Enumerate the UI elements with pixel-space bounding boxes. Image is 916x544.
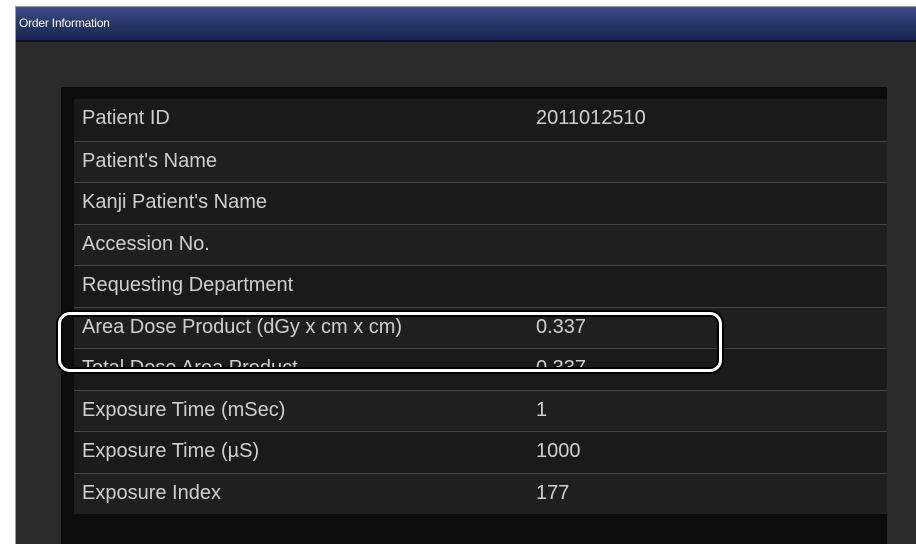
row-label-requesting-department: Requesting Department xyxy=(82,274,294,296)
row-label-patient-name: Patient's Name xyxy=(82,149,217,172)
row-value-area-dose-product: 0.337 xyxy=(536,315,587,338)
table-row: Accession No. xyxy=(74,223,887,265)
row-label-exposure-time-us: Exposure Time (µS) xyxy=(82,440,260,462)
window-title: Order Information xyxy=(19,16,110,30)
row-label-accession-no: Accession No. xyxy=(82,232,210,255)
row-label-exposure-index: Exposure Index xyxy=(82,481,221,504)
row-value-exposure-time-us: 1000 xyxy=(536,440,581,462)
row-label-kanji-patient-name: Kanji Patient's Name xyxy=(82,191,268,213)
table-row: Patient's Name xyxy=(74,140,887,182)
order-info-panel: Patient ID 2011012510 Patient's Name Kan… xyxy=(61,87,887,544)
table-row: Exposure Time (µS) 1000 xyxy=(74,431,887,473)
row-label-total-dose-area-product: Total Dose Area Product xyxy=(82,357,298,379)
table-row: Kanji Patient's Name xyxy=(74,182,887,224)
table-row: Patient ID 2011012510 xyxy=(74,99,887,141)
table-row: Exposure Index 177 xyxy=(74,472,887,514)
row-label-patient-id: Patient ID xyxy=(82,107,170,129)
table-row: Requesting Department xyxy=(74,265,887,307)
order-info-table: Patient ID 2011012510 Patient's Name Kan… xyxy=(74,99,887,514)
row-value-patient-id: 2011012510 xyxy=(536,107,646,129)
row-value-exposure-index: 177 xyxy=(536,481,570,504)
row-value-total-dose-area-product: 0.337 xyxy=(536,357,587,379)
row-label-exposure-time-msec: Exposure Time (mSec) xyxy=(82,398,286,421)
order-information-window: Order Information Patient ID 2011012510 … xyxy=(15,6,916,544)
table-row: Exposure Time (mSec) 1 xyxy=(74,389,887,431)
table-row: Area Dose Product (dGy x cm x cm) 0.337 xyxy=(74,306,887,348)
window-titlebar[interactable]: Order Information xyxy=(16,7,916,42)
row-value-exposure-time-msec: 1 xyxy=(536,398,548,421)
table-row: Total Dose Area Product 0.337 xyxy=(74,348,887,390)
row-label-area-dose-product: Area Dose Product (dGy x cm x cm) xyxy=(82,315,403,338)
